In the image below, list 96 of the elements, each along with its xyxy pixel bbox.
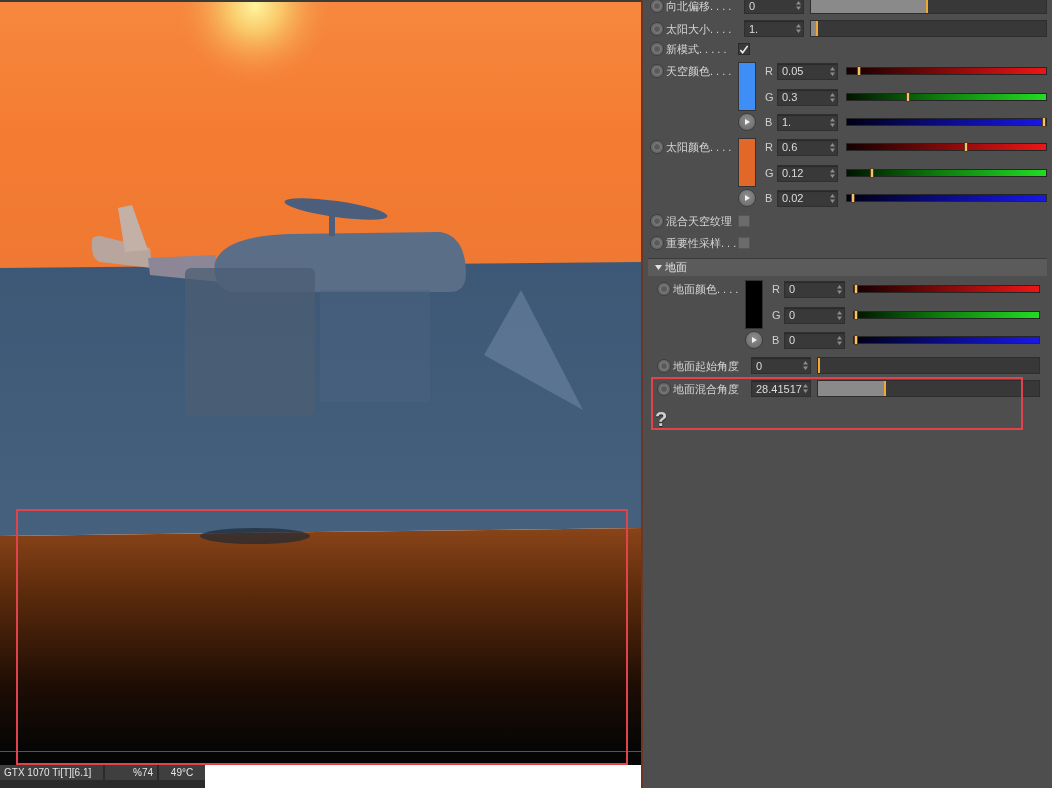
slider-thumb[interactable]: [964, 142, 968, 152]
circle-icon[interactable]: [650, 64, 664, 78]
tick-icon: [739, 43, 749, 55]
circle-icon[interactable]: [650, 0, 664, 13]
circle-icon[interactable]: [657, 358, 671, 373]
slider-thumb[interactable]: [1042, 117, 1046, 127]
caret-icon: [655, 265, 662, 270]
gpu-name: GTX 1070 Ti[T][6.1]: [0, 765, 103, 780]
parameter-label: 重要性采样. . .: [666, 236, 737, 250]
number-field[interactable]: 0.12: [777, 164, 838, 182]
circle-icon[interactable]: [650, 214, 664, 228]
slider-thumb[interactable]: [856, 66, 861, 76]
parameter-label: 向北偏移. . . .: [666, 0, 732, 13]
slider-track[interactable]: [817, 357, 1040, 374]
number-field[interactable]: 1.: [777, 113, 838, 131]
channel-slider-track[interactable]: [846, 118, 1047, 126]
spinner-icon[interactable]: [830, 168, 835, 178]
channel-label: R: [771, 282, 781, 296]
circle-icon[interactable]: [650, 140, 664, 154]
channel-slider-track[interactable]: [846, 194, 1047, 202]
channel-label: G: [771, 308, 782, 322]
circle-icon[interactable]: [650, 21, 664, 36]
channel-slider-track[interactable]: [846, 143, 1047, 151]
color-swatch[interactable]: [745, 280, 763, 329]
parameter-label: 地面颜色. . . .: [673, 282, 739, 296]
slider-thumb[interactable]: [854, 310, 858, 320]
spinner-icon[interactable]: [796, 1, 801, 10]
slider-track[interactable]: [817, 380, 1040, 397]
channel-slider-track[interactable]: [853, 311, 1040, 319]
color-swatch[interactable]: [738, 138, 756, 187]
color-swatch[interactable]: [738, 62, 756, 111]
slider-track[interactable]: [810, 20, 1047, 37]
spinner-icon[interactable]: [830, 66, 835, 76]
number-field[interactable]: 0: [784, 306, 845, 324]
checkbox[interactable]: [738, 215, 750, 227]
checkbox[interactable]: [738, 237, 750, 249]
expand-button[interactable]: [738, 189, 756, 207]
parameter-label: 地面起始角度: [673, 358, 739, 373]
number-field[interactable]: 0: [751, 357, 811, 374]
parameter-label: 地面混合角度: [673, 381, 739, 396]
spinner-icon[interactable]: [803, 361, 808, 370]
number-field[interactable]: 28.41517: [751, 380, 811, 397]
parameter-label: 太阳大小. . . .: [666, 21, 732, 36]
gpu-usage: %74: [105, 765, 157, 780]
play-icon: [744, 195, 750, 201]
circle-icon[interactable]: [657, 381, 671, 396]
spinner-icon[interactable]: [837, 335, 842, 345]
slider-thumb[interactable]: [850, 193, 855, 203]
number-field[interactable]: 1.: [744, 20, 804, 37]
expand-button[interactable]: [738, 113, 756, 131]
channel-label: R: [764, 64, 774, 78]
slider-thumb[interactable]: [854, 335, 858, 345]
circle-icon[interactable]: [650, 42, 664, 56]
channel-label: G: [764, 166, 775, 180]
number-field[interactable]: 0.3: [777, 88, 838, 106]
channel-slider-track[interactable]: [853, 285, 1040, 293]
number-field[interactable]: 0: [744, 0, 804, 14]
parameter-label: 混合天空纹理: [666, 214, 732, 228]
channel-slider-track[interactable]: [846, 67, 1047, 75]
spinner-icon[interactable]: [837, 310, 842, 320]
circle-icon[interactable]: [657, 282, 671, 296]
play-icon: [744, 119, 750, 125]
spinner-icon[interactable]: [830, 117, 835, 127]
checkbox[interactable]: [738, 43, 750, 55]
number-field[interactable]: 0: [784, 280, 845, 298]
expand-button[interactable]: [745, 331, 763, 349]
spinner-icon[interactable]: [830, 92, 835, 102]
gpu-temperature: 49°C: [159, 765, 205, 780]
section-header[interactable]: 地面: [648, 258, 1047, 276]
number-field[interactable]: 0: [784, 331, 845, 349]
parameter-label: 天空颜色. . . .: [666, 64, 732, 78]
parameter-label: 新模式. . . . .: [666, 42, 727, 56]
spinner-icon[interactable]: [830, 142, 835, 152]
slider-track[interactable]: [810, 0, 1047, 14]
channel-label: B: [764, 115, 774, 129]
channel-slider-track[interactable]: [846, 169, 1047, 177]
slider-thumb[interactable]: [870, 168, 875, 178]
spinner-icon[interactable]: [830, 193, 835, 203]
slider-thumb[interactable]: [854, 284, 858, 294]
number-field[interactable]: 0.6: [777, 138, 838, 156]
channel-slider-track[interactable]: [846, 93, 1047, 101]
spinner-icon[interactable]: [837, 284, 842, 294]
spinner-icon[interactable]: [796, 24, 801, 33]
channel-label: G: [764, 90, 775, 104]
number-field[interactable]: 0.02: [777, 189, 838, 207]
help-button[interactable]: ?: [655, 408, 668, 430]
channel-label: B: [764, 191, 774, 205]
parameter-label: 太阳颜色. . . .: [666, 140, 732, 154]
play-icon: [751, 337, 757, 343]
channel-label: B: [771, 333, 781, 347]
spinner-icon[interactable]: [803, 384, 808, 393]
slider-thumb[interactable]: [905, 92, 910, 102]
channel-slider-track[interactable]: [853, 336, 1040, 344]
number-field[interactable]: 0.05: [777, 62, 838, 80]
channel-label: R: [764, 140, 774, 154]
circle-icon[interactable]: [650, 236, 664, 250]
